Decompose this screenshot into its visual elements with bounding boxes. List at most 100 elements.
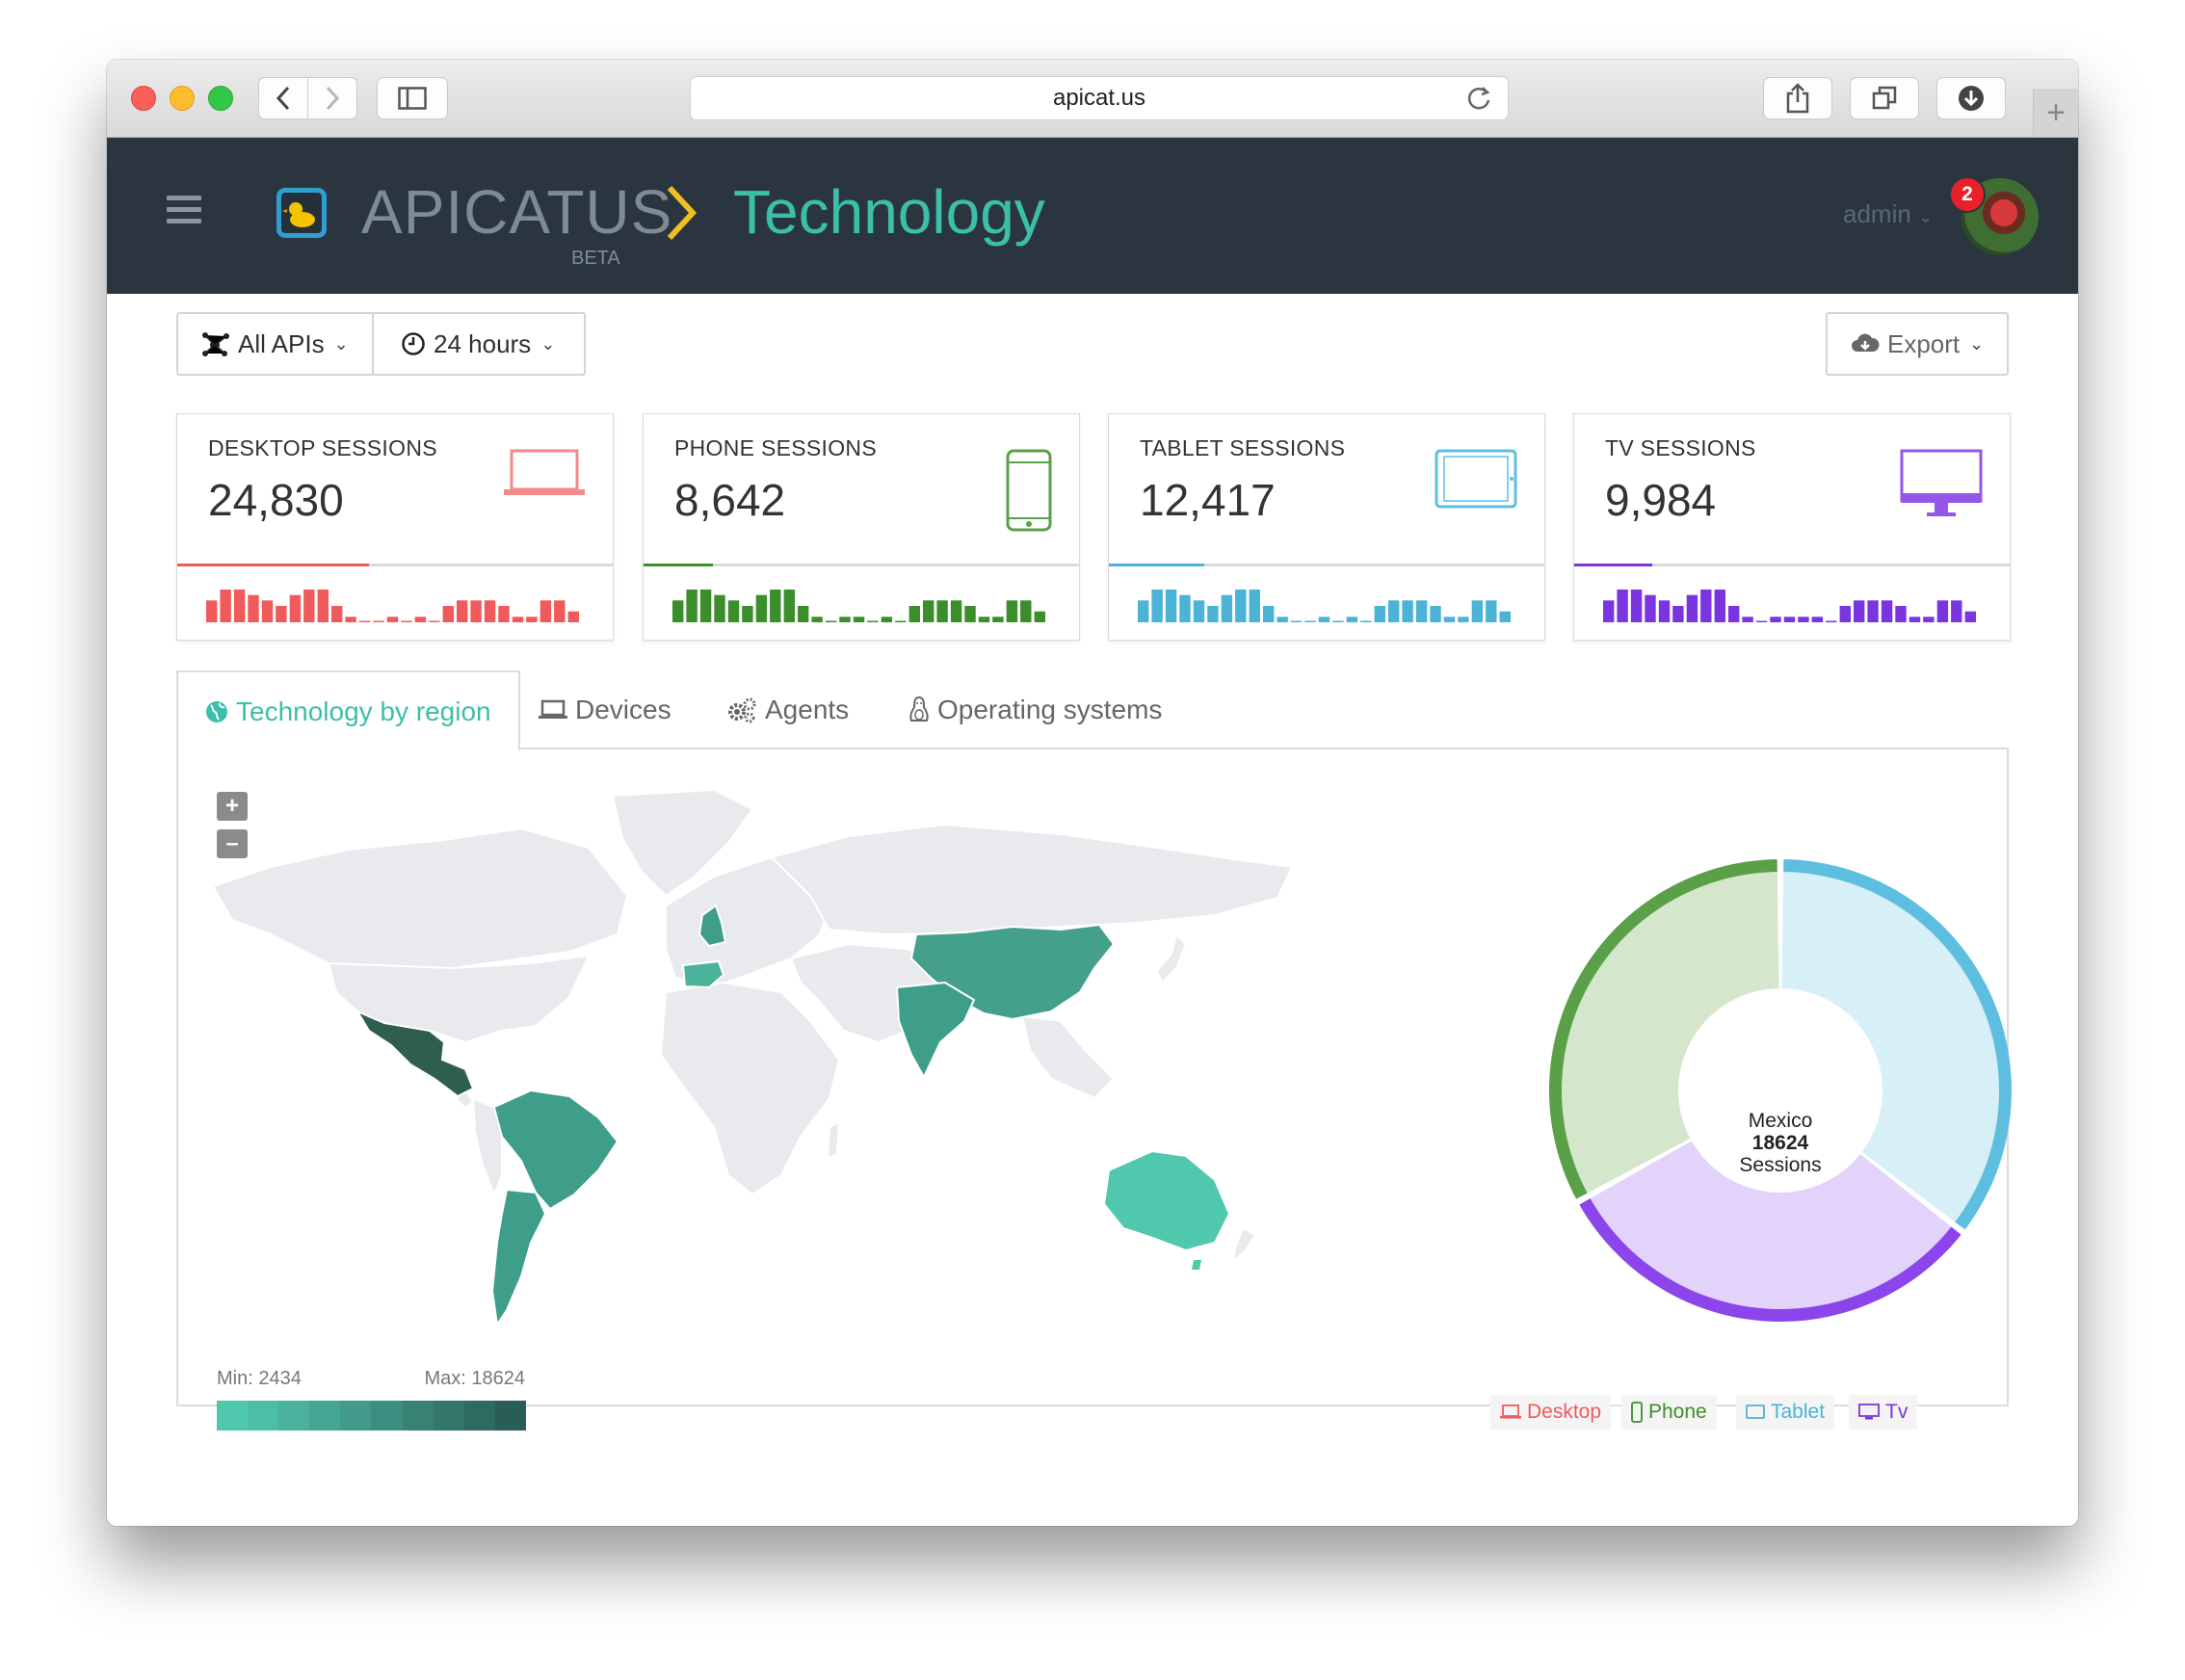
map-region-argentina[interactable] bbox=[490, 1188, 547, 1327]
zoom-window-button[interactable] bbox=[208, 86, 233, 111]
sparkline-bar bbox=[672, 600, 684, 622]
beta-label: BETA bbox=[571, 248, 620, 269]
scale-step bbox=[340, 1401, 372, 1431]
card-value: 8,642 bbox=[674, 475, 786, 525]
sparkline-bar bbox=[567, 611, 579, 622]
sparkline-bar bbox=[1443, 617, 1456, 622]
map-region-madagascar[interactable] bbox=[826, 1120, 841, 1160]
tv-sessions-card[interactable]: TV SESSIONS 9,984 bbox=[1573, 413, 2011, 641]
time-range-label: 24 hours bbox=[434, 328, 532, 358]
sparkline-bar bbox=[1263, 606, 1275, 622]
sparkline-bar bbox=[881, 617, 893, 622]
donut-sessions-value: 18624 bbox=[1751, 1132, 1809, 1154]
sparkline-bar bbox=[1207, 606, 1219, 622]
legend-label: Tv bbox=[1885, 1401, 1909, 1423]
sparkline-bar bbox=[1783, 617, 1796, 622]
export-button[interactable]: Export ⌄ bbox=[1826, 312, 2009, 376]
sparkline-bar bbox=[401, 620, 412, 622]
sparkline-bar bbox=[727, 600, 740, 622]
legend-label: Phone bbox=[1648, 1401, 1707, 1423]
sparkline-bar bbox=[1755, 620, 1768, 622]
sparkline-bar bbox=[554, 600, 566, 622]
new-tab-button[interactable]: + bbox=[2033, 89, 2078, 137]
scale-step bbox=[371, 1401, 403, 1431]
browser-window: apicat.us + APICATUS BETA Technology adm… bbox=[107, 60, 2078, 1526]
sparkline-bar bbox=[950, 600, 962, 622]
map-region-russia[interactable] bbox=[770, 823, 1294, 936]
address-bar[interactable]: apicat.us bbox=[690, 76, 1509, 120]
legend-tv[interactable]: Tv bbox=[1849, 1395, 1918, 1430]
sparkline-bar bbox=[303, 590, 315, 622]
sparkline-bar bbox=[526, 617, 538, 622]
world-map[interactable] bbox=[213, 790, 1475, 1416]
card-sparkline bbox=[1603, 586, 1979, 622]
tab-devices[interactable]: Devices bbox=[539, 670, 671, 748]
close-window-button[interactable] bbox=[131, 86, 156, 111]
sparkline-bar bbox=[742, 606, 753, 622]
back-button[interactable] bbox=[258, 77, 308, 119]
scale-step bbox=[248, 1401, 279, 1431]
menu-icon[interactable] bbox=[167, 196, 201, 230]
sparkline-bar bbox=[512, 617, 524, 622]
sparkline-bar bbox=[220, 590, 231, 622]
legend-tablet[interactable]: Tablet bbox=[1736, 1395, 1835, 1430]
map-region-australia[interactable] bbox=[1102, 1149, 1231, 1252]
laptop-icon bbox=[1500, 1404, 1521, 1419]
sparkline-bar bbox=[923, 600, 935, 622]
sessions-donut-chart[interactable] bbox=[1538, 848, 2023, 1333]
sparkline-bar bbox=[1006, 600, 1018, 622]
sparkline-bar bbox=[908, 606, 920, 622]
sparkline-bar bbox=[1951, 600, 1962, 622]
card-progress bbox=[1109, 564, 1205, 566]
legend-desktop[interactable]: Desktop bbox=[1490, 1395, 1612, 1430]
sparkline-bar bbox=[1034, 611, 1045, 622]
sparkline-bar bbox=[770, 590, 781, 622]
minimize-window-button[interactable] bbox=[170, 86, 195, 111]
sparkline-bar bbox=[1249, 590, 1260, 622]
tabs-overview-button[interactable] bbox=[1850, 77, 1919, 119]
downloads-button[interactable] bbox=[1936, 77, 2006, 119]
map-region-africa[interactable] bbox=[659, 981, 841, 1196]
sparkline-bar bbox=[1151, 590, 1163, 622]
notification-badge[interactable]: 2 bbox=[1949, 176, 1986, 213]
map-region-new-zealand[interactable] bbox=[1230, 1226, 1257, 1265]
sparkline-bar bbox=[1277, 617, 1288, 622]
sparkline-bar bbox=[755, 594, 768, 622]
export-label: Export bbox=[1887, 328, 1961, 358]
sparkline-bar bbox=[825, 620, 837, 622]
duck-logo-icon[interactable] bbox=[276, 188, 327, 238]
user-menu[interactable]: admin ⌄ bbox=[1843, 199, 1933, 229]
app-header: APICATUS BETA Technology admin ⌄ 2 bbox=[107, 138, 2078, 294]
sparkline-bar bbox=[1909, 617, 1921, 622]
sparkline-bar bbox=[853, 617, 865, 622]
forward-button[interactable] bbox=[307, 77, 357, 119]
legend-phone[interactable]: Phone bbox=[1621, 1395, 1717, 1430]
tablet-sessions-card[interactable]: TABLET SESSIONS 12,417 bbox=[1108, 413, 1545, 641]
sparkline-bar bbox=[1374, 606, 1385, 622]
sparkline-bar bbox=[1193, 600, 1205, 622]
map-region-india[interactable] bbox=[895, 981, 976, 1080]
brand-name[interactable]: APICATUS bbox=[361, 176, 672, 248]
sparkline-bar bbox=[470, 600, 482, 622]
reload-icon[interactable] bbox=[1465, 85, 1492, 112]
map-region-tasmania[interactable] bbox=[1192, 1260, 1201, 1270]
sparkline-bar bbox=[1672, 606, 1684, 622]
chevron-left-icon bbox=[276, 86, 290, 111]
tab-technology-by-region[interactable]: Technology by region bbox=[176, 670, 520, 750]
map-region-japan[interactable] bbox=[1155, 932, 1188, 984]
tab-agents[interactable]: Agents bbox=[726, 670, 849, 748]
map-region-canada[interactable] bbox=[213, 827, 629, 975]
api-filter-dropdown[interactable]: All APIs ⌄ bbox=[176, 312, 374, 376]
phone-sessions-card[interactable]: PHONE SESSIONS 8,642 bbox=[643, 413, 1080, 641]
sidebar-toggle-button[interactable] bbox=[377, 77, 448, 119]
sparkline-bar bbox=[1415, 600, 1428, 622]
tab-operating-systems[interactable]: Operating systems bbox=[908, 670, 1162, 748]
share-button[interactable] bbox=[1763, 77, 1832, 119]
sparkline-bar bbox=[1499, 611, 1511, 622]
time-range-dropdown[interactable]: 24 hours ⌄ bbox=[372, 312, 586, 376]
desktop-sessions-card[interactable]: DESKTOP SESSIONS 24,830 bbox=[176, 413, 614, 641]
sparkline-bar bbox=[1658, 600, 1671, 622]
map-region-se-asia[interactable] bbox=[1020, 1014, 1116, 1100]
chevron-down-icon: ⌄ bbox=[333, 333, 349, 354]
card-sparkline bbox=[672, 586, 1048, 622]
